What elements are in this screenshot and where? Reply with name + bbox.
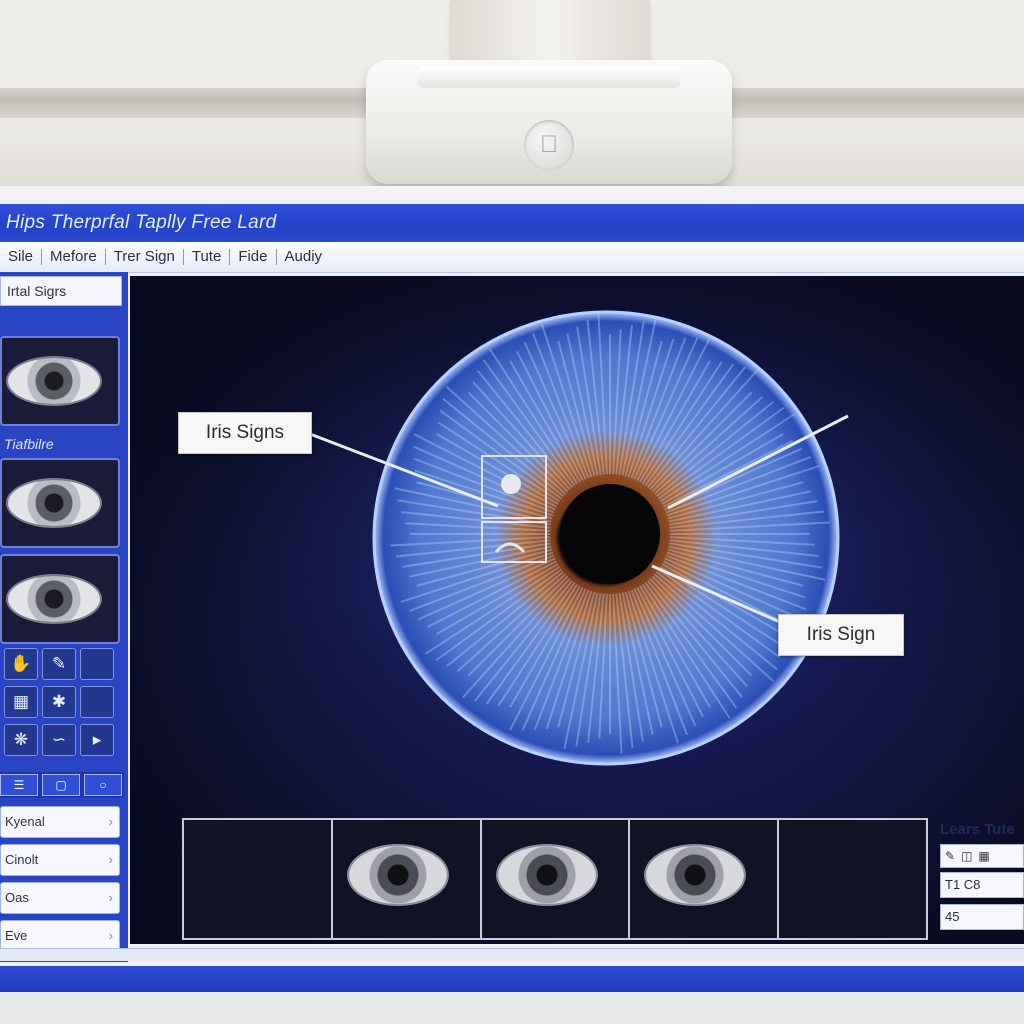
- blank-tool: [80, 686, 114, 718]
- field-label: Eve: [5, 928, 28, 943]
- sidebar-icon-row: ☰ ▢ ○: [0, 772, 124, 798]
- curve-tool-icon[interactable]: ∽: [42, 724, 76, 756]
- sidebar-field-list: Kyenal › Cinolt › Oas › Eve ›: [0, 806, 120, 958]
- menu-item-1[interactable]: Sile: [0, 249, 43, 265]
- filmstrip-frame-1[interactable]: [332, 820, 482, 938]
- sidebar-tab[interactable]: Irtal Sigrs: [0, 276, 122, 306]
- sidebar-thumb-1[interactable]: [0, 336, 120, 426]
- status-bar: [0, 948, 1024, 961]
- right-panel-title: Lears Tute: [940, 821, 1015, 838]
- chevron-right-icon: ›: [108, 814, 113, 829]
- sidebar-section-1: [0, 308, 124, 332]
- window-title: Hips Therprfal Taplly Free Lard: [0, 204, 1024, 242]
- filmstrip-frame-empty[interactable]: [779, 820, 926, 938]
- hand-tool-icon[interactable]: ✋: [4, 648, 38, 680]
- sidebar-thumb-3[interactable]: [0, 554, 120, 644]
- branch-tool-icon[interactable]: ✱: [42, 686, 76, 718]
- copy-icon[interactable]: ◫: [961, 849, 972, 863]
- pencil-icon[interactable]: ✎: [945, 849, 955, 863]
- thumbnail-filmstrip: [182, 818, 928, 940]
- sidebar: Irtal Sigrs Tiafbilre ✋ ✎ ▦ ✱ ❋ ∽ ▸ ☰ ▢ …: [0, 272, 128, 962]
- nodes-tool-icon[interactable]: ❋: [4, 724, 38, 756]
- grid-tool-icon[interactable]: ▦: [4, 686, 38, 718]
- right-panel-field-1[interactable]: T1 C8: [940, 872, 1024, 898]
- pupil: [560, 484, 660, 584]
- right-panel-field-2[interactable]: 45: [940, 904, 1024, 930]
- chevron-right-icon: ›: [108, 890, 113, 905]
- filmstrip-frame-2[interactable]: [481, 820, 631, 938]
- webcam: : [366, 60, 732, 184]
- monitor: Hips Therprfal Taplly Free Lard Sile Mef…: [0, 186, 1024, 1024]
- sidebar-section-2: Tiafbilre: [4, 436, 54, 452]
- eye-icon: [348, 846, 447, 904]
- monitor-bezel: [0, 966, 1024, 992]
- right-panel: Lears Tute ✎ ◫ ▦ T1 C8 45: [936, 818, 1024, 948]
- eye-icon: [8, 480, 100, 526]
- menu-item-5[interactable]: Fide: [230, 249, 277, 265]
- menu-item-2[interactable]: Mefore: [42, 249, 106, 265]
- right-panel-toolbar: ✎ ◫ ▦: [940, 844, 1024, 868]
- filmstrip-frame-3[interactable]: [630, 820, 780, 938]
- eye-icon: [497, 846, 596, 904]
- blank-tool: [80, 648, 114, 680]
- callout-iris-sign[interactable]: Iris Sign: [778, 614, 904, 656]
- menu-bar: Sile Mefore Trer Sign Tute Fide Audiy: [0, 242, 1024, 273]
- sidebar-field-2[interactable]: Cinolt ›: [0, 844, 120, 876]
- sidebar-field-3[interactable]: Oas ›: [0, 882, 120, 914]
- eye-icon: [8, 576, 100, 622]
- field-label: Kyenal: [5, 814, 45, 829]
- monitor-base: [0, 992, 1024, 1024]
- settings-icon[interactable]: ○: [84, 774, 122, 796]
- arrow-tool-icon[interactable]: ▸: [80, 724, 114, 756]
- apple-logo-icon: : [524, 120, 574, 170]
- app-screen: Hips Therprfal Taplly Free Lard Sile Mef…: [0, 204, 1024, 1004]
- menu-item-6[interactable]: Audiy: [277, 249, 331, 265]
- field-label: Cinolt: [5, 852, 39, 867]
- marker-dot: [501, 474, 521, 494]
- webcam-top-plate: [418, 66, 680, 88]
- filmstrip-frame-empty[interactable]: [184, 820, 333, 938]
- eye-icon: [646, 846, 745, 904]
- sidebar-thumb-2[interactable]: [0, 458, 120, 548]
- callout-iris-signs[interactable]: Iris Signs: [178, 412, 312, 454]
- chevron-right-icon: ›: [108, 928, 113, 943]
- pen-tool-icon[interactable]: ✎: [42, 648, 76, 680]
- tool-grid: ✋ ✎ ▦ ✱ ❋ ∽ ▸: [4, 648, 114, 756]
- field-label: Oas: [5, 890, 29, 905]
- list-icon[interactable]: ☰: [0, 774, 38, 796]
- menu-item-4[interactable]: Tute: [184, 249, 231, 265]
- menu-item-3[interactable]: Trer Sign: [106, 249, 184, 265]
- sidebar-field-1[interactable]: Kyenal ›: [0, 806, 120, 838]
- eye-icon: [8, 358, 100, 404]
- folder-icon[interactable]: ▢: [42, 774, 80, 796]
- chevron-right-icon: ›: [108, 852, 113, 867]
- grid-icon[interactable]: ▦: [978, 849, 989, 863]
